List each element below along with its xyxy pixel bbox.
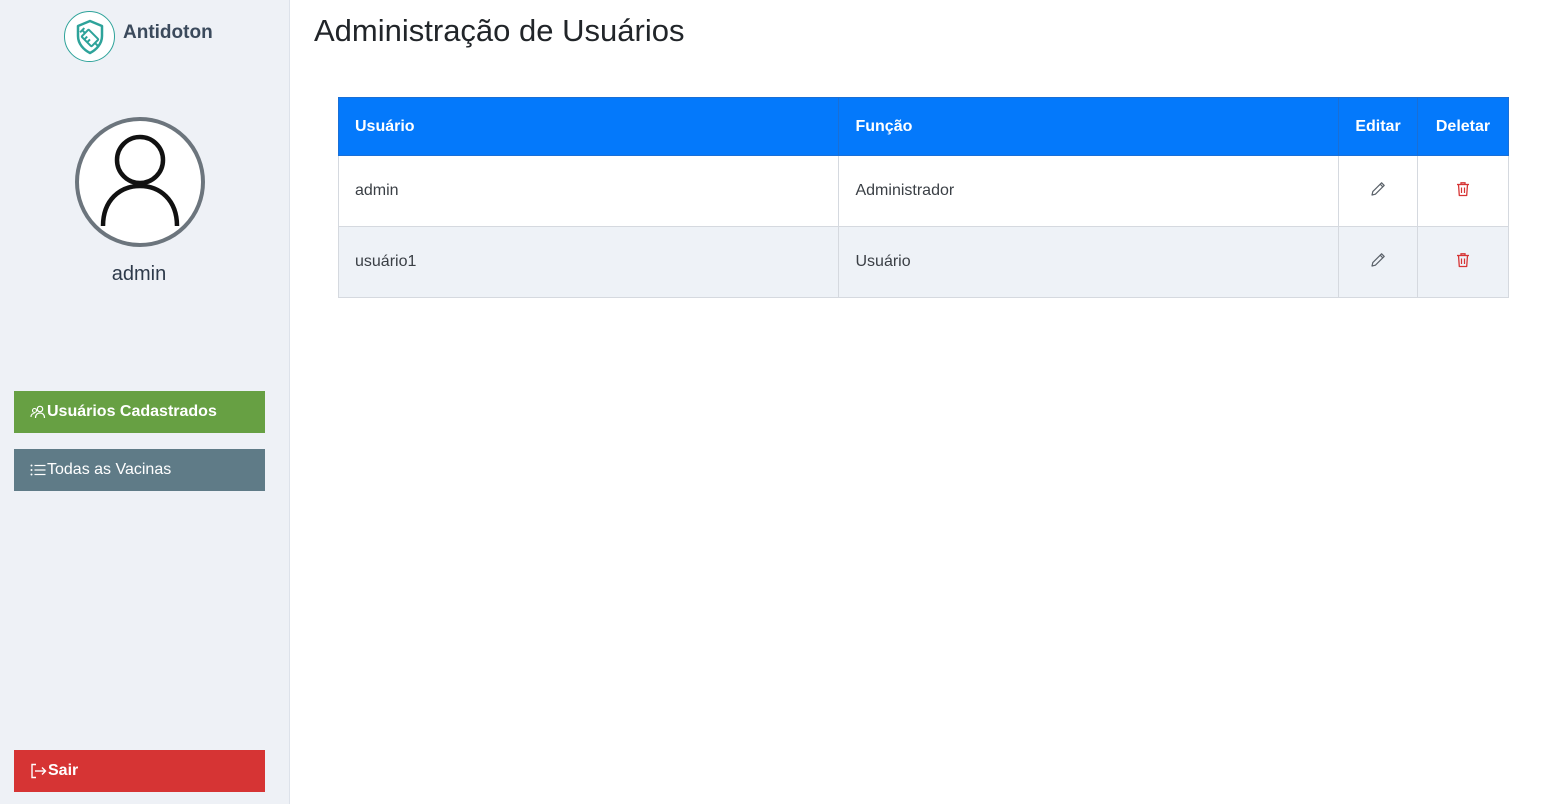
cell-user: usuário1 bbox=[337, 226, 840, 298]
column-header-delete: Deletar bbox=[1416, 97, 1510, 156]
users-table: Usuário Função Editar Deletar admin Admi… bbox=[337, 97, 1510, 298]
edit-button[interactable] bbox=[1369, 180, 1387, 198]
antidoton-logo-icon bbox=[64, 11, 115, 62]
user-icon bbox=[100, 134, 180, 227]
cell-delete bbox=[1416, 155, 1510, 227]
sidebar: Antidoton admin Usuários Cadastrados Tod… bbox=[0, 0, 290, 804]
table-row: usuário1 Usuário bbox=[337, 226, 1510, 298]
cell-delete bbox=[1416, 226, 1510, 298]
profile-username: admin bbox=[111, 263, 167, 285]
logout-label: Sair bbox=[48, 762, 79, 779]
logout-button[interactable]: Sair bbox=[14, 750, 265, 792]
sidebar-item-registered-users[interactable]: Usuários Cadastrados bbox=[14, 391, 265, 433]
delete-button[interactable] bbox=[1454, 251, 1472, 269]
users-icon bbox=[30, 405, 46, 419]
pencil-icon bbox=[1371, 252, 1385, 267]
table-row: admin Administrador bbox=[337, 155, 1510, 227]
trash-icon bbox=[1456, 181, 1469, 196]
edit-button[interactable] bbox=[1369, 251, 1387, 269]
cell-edit bbox=[1338, 155, 1418, 227]
sidebar-item-label: Todas as Vacinas bbox=[47, 461, 172, 478]
brand-name: Antidoton bbox=[123, 21, 213, 43]
brand[interactable]: Antidoton bbox=[64, 11, 213, 62]
cell-role: Usuário bbox=[838, 226, 1340, 298]
column-header-edit: Editar bbox=[1338, 97, 1418, 156]
table-header-row: Usuário Função Editar Deletar bbox=[337, 97, 1510, 156]
cell-role: Administrador bbox=[838, 155, 1340, 227]
trash-icon bbox=[1456, 252, 1469, 267]
list-icon bbox=[30, 464, 46, 476]
avatar bbox=[75, 117, 205, 247]
sidebar-item-all-vaccines[interactable]: Todas as Vacinas bbox=[14, 449, 265, 491]
cell-edit bbox=[1338, 226, 1418, 298]
logout-icon bbox=[31, 763, 47, 779]
delete-button[interactable] bbox=[1454, 180, 1472, 198]
cell-user: admin bbox=[337, 155, 840, 227]
page-title: Administração de Usuários bbox=[314, 13, 685, 48]
column-header-role: Função bbox=[838, 97, 1340, 156]
sidebar-item-label: Usuários Cadastrados bbox=[47, 403, 217, 420]
pencil-icon bbox=[1371, 181, 1385, 196]
column-header-user: Usuário bbox=[337, 97, 840, 156]
